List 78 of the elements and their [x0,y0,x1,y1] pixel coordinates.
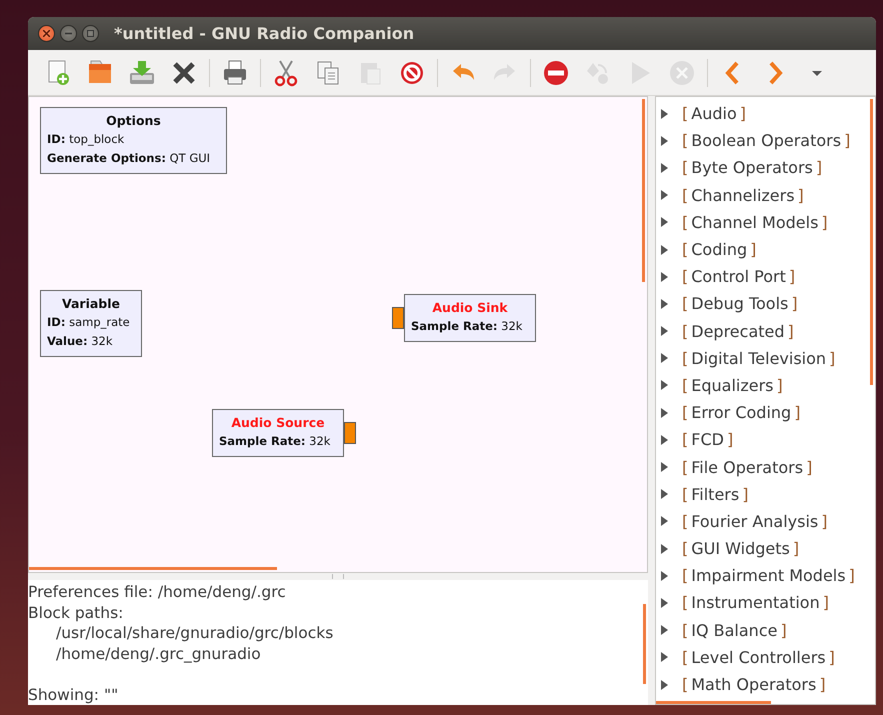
category-label[interactable]: [ Boolean Operators ] [682,131,850,150]
block-parameter: ID: top_block [47,131,124,148]
expand-arrow-icon[interactable] [658,406,670,419]
minimize-icon [65,30,72,37]
expand-arrow-icon[interactable] [658,515,670,528]
expand-arrow-icon[interactable] [658,596,670,609]
expand-arrow-icon[interactable] [658,162,670,174]
category-label[interactable]: [ GUI Widgets ] [682,539,800,558]
category-label[interactable]: [ Digital Television ] [682,348,836,368]
scrollbar[interactable] [643,604,646,684]
maximize-button[interactable] [82,25,99,42]
window-title: *untitled - GNU Radio Companion [114,24,414,43]
block-parameter: Sample Rate: 32k [219,433,330,450]
category-label[interactable]: [ Debug Tools ] [682,294,798,314]
expand-arrow-icon[interactable] [658,298,670,310]
category-label[interactable]: [ Audio ] [682,104,746,124]
scrollbar[interactable] [29,567,277,570]
block-parameter: Generate Options: QT GUI [47,150,210,167]
block-title: Audio Source [230,414,326,432]
block-title: Variable [60,295,122,313]
close-window-button[interactable] [38,25,55,42]
expand-arrow-icon[interactable] [658,270,670,283]
category-label[interactable]: [ Error Coding ] [682,403,800,422]
category-label[interactable]: [ Instrumentation ] [682,593,829,612]
console-line: /home/deng/.grc_gnuradio [56,644,261,662]
flowgraph-block[interactable]: Options ID: top_block Generate Options: QT GUI [40,107,227,174]
block-parameter: Value: 32k [47,333,113,350]
block-parameter: ID: samp_rate [47,314,130,331]
category-label[interactable]: [ Channelizers ] [682,186,804,205]
category-label[interactable]: [ Impairment Models ] [682,566,855,586]
expand-arrow-icon[interactable] [658,379,670,392]
expand-arrow-icon[interactable] [658,189,670,202]
scrollbar[interactable] [870,99,873,385]
expand-arrow-icon[interactable] [658,542,670,555]
expand-arrow-icon[interactable] [658,325,670,338]
category-label[interactable]: [ Control Port ] [682,267,796,286]
input-port[interactable] [392,307,404,329]
expand-arrow-icon[interactable] [658,678,670,691]
flowgraph-block[interactable]: Audio Sink Sample Rate: 32k [404,294,536,342]
category-label[interactable]: [ Byte Operators ] [682,158,822,178]
category-label[interactable]: [ Channel Models ] [682,212,828,232]
category-label[interactable]: [ FCD ] [682,430,734,450]
console-line: Showing: "" [28,686,118,704]
output-port[interactable] [344,422,356,444]
expand-arrow-icon[interactable] [658,134,670,147]
console-line: Block paths: [28,604,124,622]
flowgraph-block[interactable]: Audio Source Sample Rate: 32k [212,409,344,457]
maximize-icon [87,30,94,37]
category-label[interactable]: [ Level Controllers ] [682,648,835,667]
expand-arrow-icon[interactable] [658,624,670,636]
block-parameter: Sample Rate: 32k [411,318,522,335]
console-line: Preferences file: /home/deng/.grc [28,583,286,601]
flowgraph-block[interactable]: Variable ID: samp_rate Value: 32k [40,290,142,357]
expand-arrow-icon[interactable] [658,244,670,256]
category-label[interactable]: [ Fourier Analysis ] [682,512,828,531]
category-label[interactable]: [ IQ Balance ] [682,620,787,640]
expand-arrow-icon[interactable] [658,570,670,582]
expand-arrow-icon[interactable] [658,651,670,664]
expand-arrow-icon[interactable] [658,108,670,120]
category-label[interactable]: [ Equalizers ] [682,376,783,395]
scrollbar[interactable] [656,701,771,704]
minimize-button[interactable] [60,25,77,42]
category-label[interactable]: [ Coding ] [682,240,756,260]
expand-arrow-icon[interactable] [658,488,670,500]
expand-arrow-icon[interactable] [658,434,670,446]
scrollbar[interactable] [642,99,645,282]
block-title: Audio Sink [431,299,509,317]
expand-arrow-icon[interactable] [658,352,670,364]
block-title: Options [105,112,162,130]
category-label[interactable]: [ Math Operators ] [682,675,826,694]
close-icon [43,30,50,37]
expand-arrow-icon[interactable] [658,216,670,228]
category-label[interactable]: [ Deprecated ] [682,322,794,341]
category-label[interactable]: [ Filters ] [682,484,748,504]
pane-grip[interactable] [332,574,344,579]
console-line: /usr/local/share/gnuradio/grc/blocks [56,624,334,642]
expand-arrow-icon[interactable] [658,461,670,474]
category-label[interactable]: [ File Operators ] [682,458,812,477]
